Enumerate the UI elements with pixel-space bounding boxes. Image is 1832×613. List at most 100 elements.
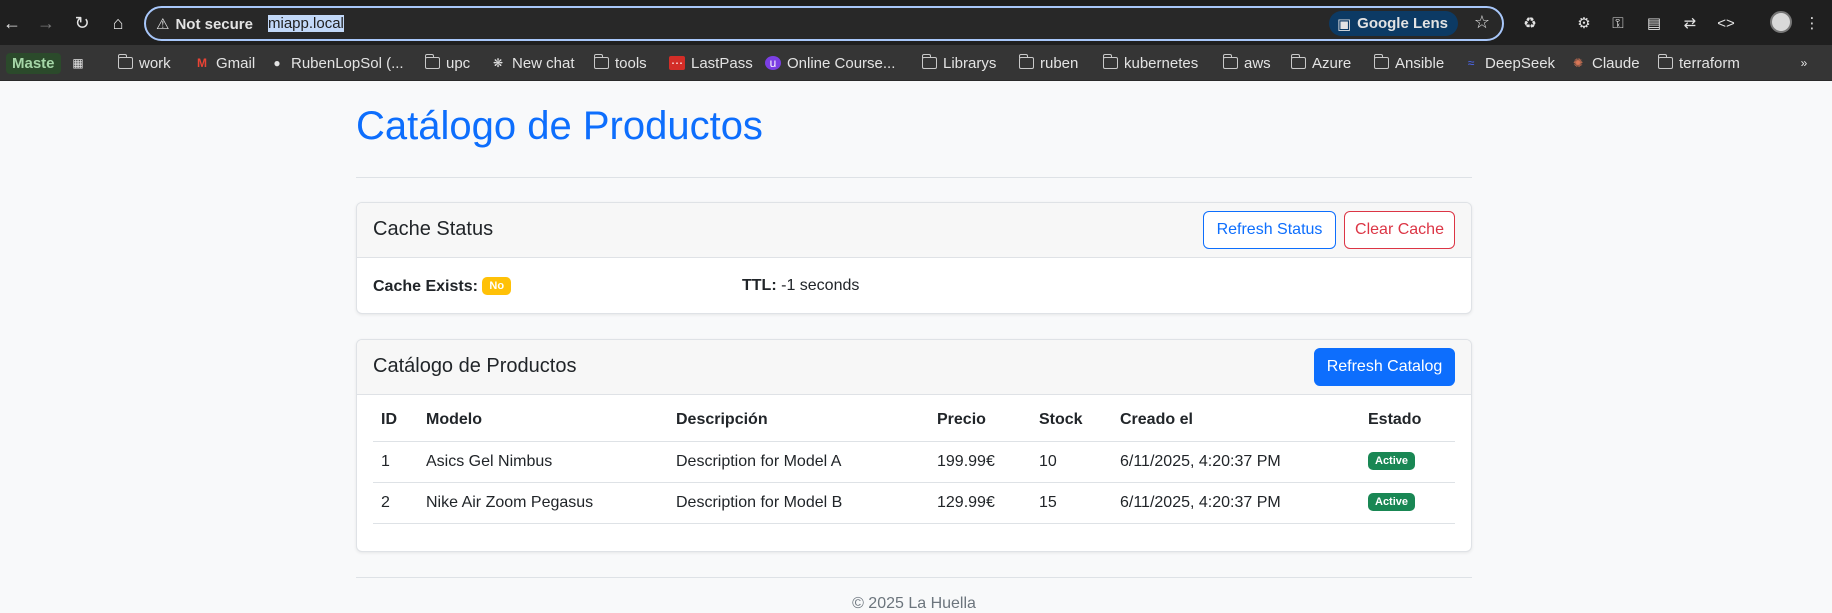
footer-divider [356, 577, 1472, 578]
folder-icon [117, 54, 133, 69]
lens-icon: ▣ [1336, 15, 1352, 33]
products-table: ID Modelo Descripción Precio Stock Cread… [373, 400, 1455, 524]
gmail-icon: M [197, 56, 207, 70]
catalog-header: Catálogo de Productos Refresh Catalog [357, 340, 1471, 395]
bookmarks-bar: Maste ▦ work M Gmail ● RubenLopSol (... up… [0, 45, 1832, 81]
password-key-icon[interactable]: ⚿ [1606, 11, 1630, 35]
table-row: 2 Nike Air Zoom Pegasus Description for … [373, 482, 1455, 524]
cell-creado: 6/11/2025, 4:20:37 PM [1112, 441, 1360, 483]
folder-icon [1018, 54, 1034, 69]
column-header-id: ID [373, 400, 418, 442]
bookmark-upc[interactable]: upc [424, 49, 470, 77]
folder-icon [1657, 54, 1673, 69]
refresh-catalog-button[interactable]: Refresh Catalog [1314, 348, 1455, 386]
bookmark-aws[interactable]: aws [1222, 49, 1271, 77]
profile-avatar[interactable] [1770, 11, 1792, 33]
cell-estado: Active [1360, 441, 1455, 483]
catalog-title: Catálogo de Productos [373, 355, 577, 377]
bookmark-github[interactable]: ● RubenLopSol (... [269, 49, 403, 77]
bookmark-gmail[interactable]: M Gmail [194, 49, 255, 77]
cell-id: 2 [373, 482, 418, 524]
apps-grid-icon[interactable]: ▦ [70, 49, 86, 77]
cell-id: 1 [373, 441, 418, 483]
column-header-modelo: Modelo [418, 400, 668, 442]
bookmark-new-chat[interactable]: ❋ New chat [490, 49, 575, 77]
cache-status-title: Cache Status [373, 218, 494, 240]
devtools-code-icon[interactable]: <> [1714, 11, 1738, 35]
cache-status-header: Cache Status Refresh Status Clear Cache [357, 203, 1471, 258]
forward-icon[interactable]: → [34, 11, 58, 35]
cache-exists-label: Cache Exists: [373, 278, 478, 295]
back-icon[interactable]: ← [0, 11, 24, 35]
bookmark-ansible[interactable]: Ansible [1373, 49, 1444, 77]
cell-precio: 129.99€ [929, 482, 1031, 524]
course-icon: u [765, 56, 781, 70]
folder-icon [424, 54, 440, 69]
cache-exists-field: Cache Exists: No [373, 277, 512, 296]
security-indicator[interactable]: ⚠ Not secure [156, 15, 253, 34]
bookmark-deepseek[interactable]: ≈ DeepSeek [1463, 49, 1555, 77]
cell-descripcion: Description for Model A [668, 441, 929, 483]
lastpass-icon: ⋯ [669, 56, 685, 70]
github-icon: ● [273, 56, 281, 70]
bookmark-claude[interactable]: ✺ Claude [1570, 49, 1640, 77]
column-header-descripcion: Descripción [668, 400, 929, 442]
chatgpt-icon: ❋ [492, 56, 504, 70]
bookmark-ruben[interactable]: ruben [1018, 49, 1078, 77]
warning-icon: ⚠ [156, 16, 170, 33]
bookmark-work[interactable]: work [117, 49, 171, 77]
cell-descripcion: Description for Model B [668, 482, 929, 524]
clear-cache-button[interactable]: Clear Cache [1344, 211, 1455, 249]
home-icon[interactable]: ⌂ [106, 11, 130, 35]
folder-icon [1373, 54, 1389, 69]
folder-icon [1290, 54, 1306, 69]
bookmark-lastpass[interactable]: ⋯ LastPass [669, 49, 753, 77]
browser-toolbar: ← → ↻ ⌂ ⚠ Not secure miapp.local ▣ Googl… [0, 0, 1832, 45]
extension-bug-icon[interactable]: ⚙ [1572, 11, 1596, 35]
column-header-precio: Precio [929, 400, 1031, 442]
column-header-creado: Creado el [1112, 400, 1360, 442]
footer-text: © 2025 La Huella [852, 595, 976, 612]
bookmark-azure[interactable]: Azure [1290, 49, 1351, 77]
lens-label: Google Lens [1357, 15, 1448, 32]
folder-icon [1222, 54, 1238, 69]
google-lens-button[interactable]: ▣ Google Lens [1328, 11, 1458, 36]
bookmark-maste[interactable]: Maste [6, 49, 61, 77]
cell-precio: 199.99€ [929, 441, 1031, 483]
bookmark-kubernetes[interactable]: kubernetes [1102, 49, 1198, 77]
ttl-value: -1 seconds [781, 277, 860, 294]
ttl-label: TTL: [742, 277, 777, 294]
menu-kebab-icon[interactable]: ⋮ [1800, 11, 1824, 35]
cell-modelo: Nike Air Zoom Pegasus [418, 482, 668, 524]
cell-creado: 6/11/2025, 4:20:37 PM [1112, 482, 1360, 524]
table-header-row: ID Modelo Descripción Precio Stock Cread… [373, 400, 1455, 442]
folder-icon [593, 54, 609, 69]
page-title: Catálogo de Productos [356, 104, 763, 148]
bookmark-online-course[interactable]: u Online Course... [765, 49, 895, 77]
title-divider [356, 177, 1472, 178]
deepseek-icon: ≈ [1467, 56, 1475, 70]
reload-icon[interactable]: ↻ [70, 11, 94, 35]
table-row: 1 Asics Gel Nimbus Description for Model… [373, 441, 1455, 483]
cell-stock: 15 [1031, 482, 1112, 524]
bookmark-librarys[interactable]: Librarys [921, 49, 996, 77]
status-badge: Active [1368, 493, 1416, 511]
column-header-estado: Estado [1360, 400, 1455, 442]
url-text[interactable]: miapp.local [266, 14, 346, 33]
folder-icon [1102, 54, 1118, 69]
payment-card-icon[interactable]: ▤ [1642, 11, 1666, 35]
bookmark-star-icon[interactable]: ☆ [1474, 12, 1490, 33]
bookmarks-overflow-icon[interactable]: » [1796, 49, 1812, 77]
cell-estado: Active [1360, 482, 1455, 524]
bookmark-terraform[interactable]: terraform [1657, 49, 1740, 77]
extensions-icon[interactable]: ♻ [1518, 11, 1542, 35]
status-badge: Active [1368, 452, 1416, 470]
address-bar[interactable]: ⚠ Not secure miapp.local ▣ Google Lens ☆ [144, 6, 1504, 41]
bookmark-tools[interactable]: tools [593, 49, 647, 77]
translate-icon[interactable]: ⇄ [1678, 11, 1702, 35]
refresh-status-button[interactable]: Refresh Status [1203, 211, 1336, 249]
cell-modelo: Asics Gel Nimbus [418, 441, 668, 483]
folder-icon [921, 54, 937, 69]
cache-status-card: Cache Status Refresh Status Clear Cache … [356, 202, 1472, 314]
cache-exists-badge: No [482, 277, 512, 295]
